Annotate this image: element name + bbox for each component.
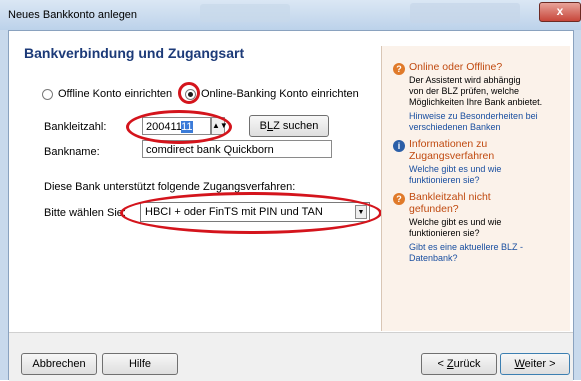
blz-spin-icon[interactable]: ▲▼ xyxy=(211,117,228,135)
help-link[interactable]: Datenbank? xyxy=(409,253,458,264)
help-text: funktionieren sie? xyxy=(409,228,480,238)
blurred-background xyxy=(410,3,520,23)
next-accelerator: W xyxy=(514,358,525,370)
back-suffix: urück xyxy=(453,358,481,370)
help-section-title: gefunden? xyxy=(409,203,459,215)
question-icon: ? xyxy=(393,63,405,75)
back-prefix: < xyxy=(437,358,447,370)
window-border-left xyxy=(0,30,9,380)
help-section-title: Online oder Offline? xyxy=(409,61,503,73)
radio-offline-button[interactable] xyxy=(42,88,53,100)
radio-offline-label: Offline Konto einrichten xyxy=(58,88,173,100)
procedures-text: Diese Bank unterstützt folgende Zugangsv… xyxy=(44,181,296,193)
help-link[interactable]: funktionieren sie? xyxy=(409,175,480,186)
procedure-select[interactable]: HBCI + oder FinTS mit PIN und TAN ▼ xyxy=(140,202,370,222)
close-button[interactable]: x xyxy=(539,2,581,22)
help-section-title: Zugangsverfahren xyxy=(409,150,495,162)
help-link[interactable]: Hinweise zu Besonderheiten bei xyxy=(409,111,538,122)
blz-value-selected: 11 xyxy=(181,121,193,133)
radio-offline[interactable]: Offline Konto einrichten xyxy=(42,88,172,100)
blurred-background xyxy=(200,4,290,22)
blz-value: 200411 xyxy=(146,121,182,133)
help-text: Welche gibt es und wie xyxy=(409,217,502,227)
blz-search-button[interactable]: BLZ suchen xyxy=(249,115,329,137)
bankname-label: Bankname: xyxy=(44,146,100,158)
window-title: Neues Bankkonto anlegen xyxy=(8,9,138,21)
back-accelerator: Z xyxy=(446,358,454,370)
help-link[interactable]: verschiedenen Banken xyxy=(409,122,501,133)
radio-online-label: Online-Banking Konto einrichten xyxy=(201,88,359,100)
procedure-select-value: HBCI + oder FinTS mit PIN und TAN xyxy=(145,206,323,218)
blz-input[interactable]: 20041111 xyxy=(142,117,211,135)
cancel-button[interactable]: Abbrechen xyxy=(21,353,97,375)
window-border-right xyxy=(573,30,581,380)
next-suffix: eiter > xyxy=(524,358,556,370)
help-panel: ? Online oder Offline? Der Assistent wir… xyxy=(381,46,570,331)
help-text: Möglichkeiten Ihre Bank anbietet. xyxy=(409,97,543,107)
blz-search-prefix: B xyxy=(259,120,267,132)
bankname-field[interactable]: comdirect bank Quickborn xyxy=(142,140,332,158)
blz-label: Bankleitzahl: xyxy=(44,121,107,133)
radio-online-button[interactable] xyxy=(185,88,196,100)
title-bar: Neues Bankkonto anlegen x xyxy=(0,0,581,31)
help-text: Der Assistent wird abhängig xyxy=(409,75,521,85)
help-section-title: Bankleitzahl nicht xyxy=(409,191,491,203)
info-icon: i xyxy=(393,140,405,152)
next-button[interactable]: Weiter > xyxy=(500,353,570,375)
help-text: von der BLZ prüfen, welche xyxy=(409,86,520,96)
question-icon: ? xyxy=(393,193,405,205)
chevron-down-icon[interactable]: ▼ xyxy=(355,205,367,219)
help-button[interactable]: Hilfe xyxy=(102,353,178,375)
back-button[interactable]: < Zurück xyxy=(421,353,497,375)
help-link[interactable]: Welche gibt es und wie xyxy=(409,164,501,175)
help-section-title: Informationen zu xyxy=(409,138,488,150)
choose-label: Bitte wählen Sie: xyxy=(44,207,126,219)
help-link[interactable]: Gibt es eine aktuellere BLZ - xyxy=(409,242,523,253)
page-title: Bankverbindung und Zugangsart xyxy=(24,45,245,61)
blz-search-suffix: Z suchen xyxy=(273,120,319,132)
radio-online[interactable]: Online-Banking Konto einrichten xyxy=(185,88,359,100)
